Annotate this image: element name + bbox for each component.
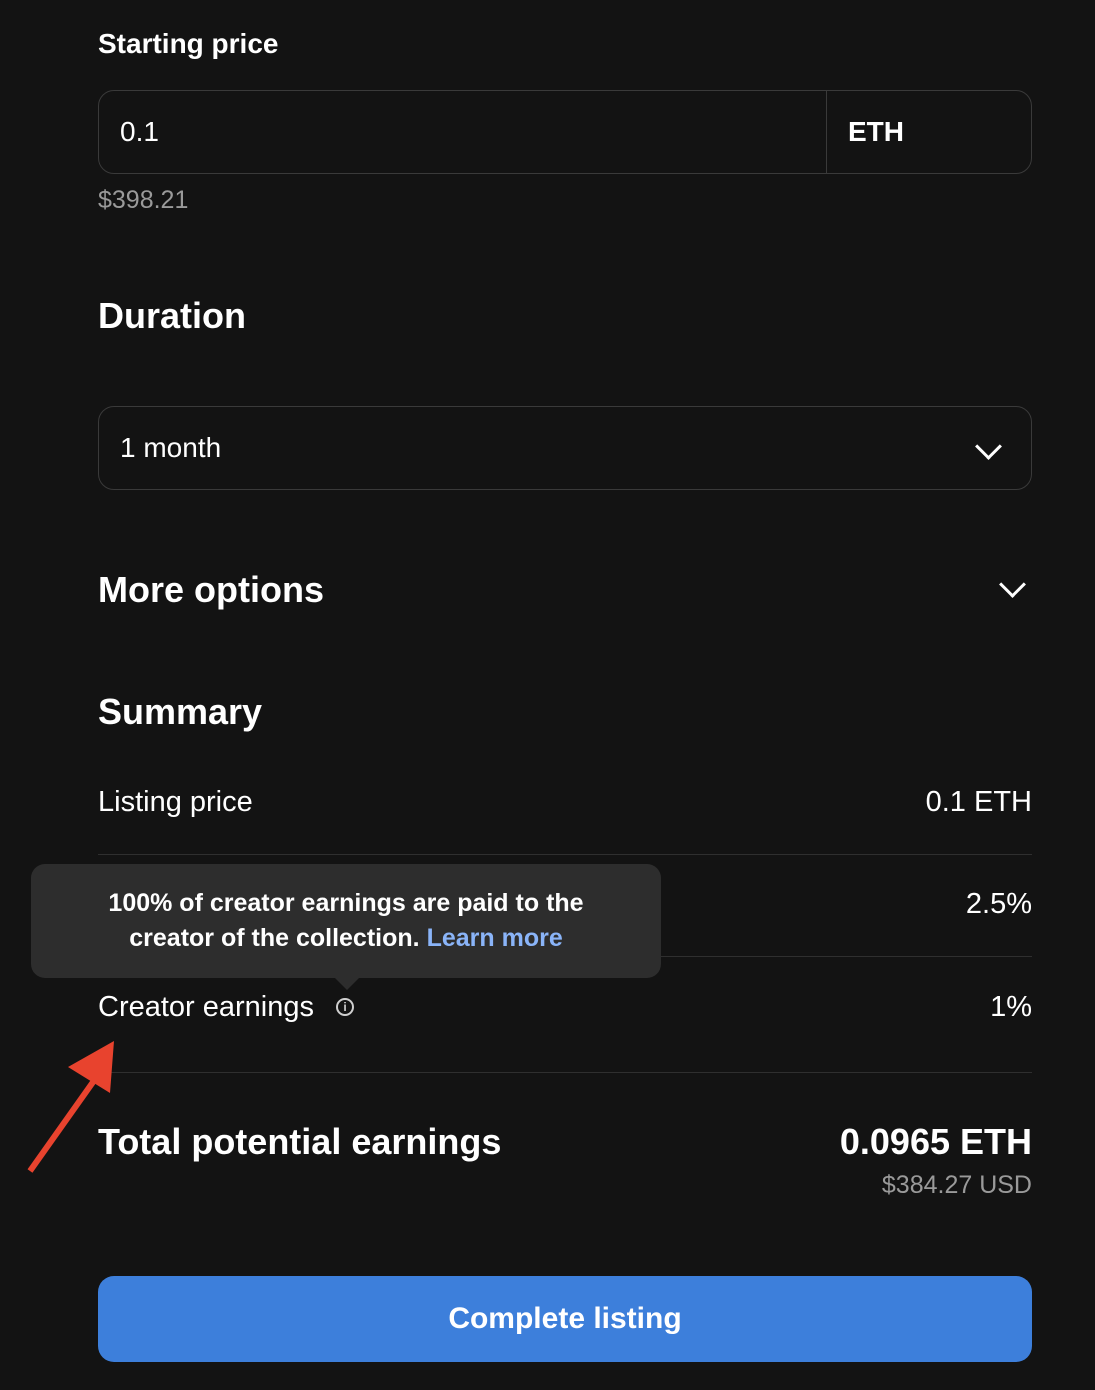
duration-selected-value: 1 month bbox=[120, 432, 222, 463]
chevron-down-icon bbox=[975, 433, 1002, 460]
info-icon[interactable]: i bbox=[336, 998, 354, 1016]
divider bbox=[98, 1072, 1032, 1073]
price-input-group: 0.1 ETH bbox=[98, 90, 1032, 174]
total-earnings-eth: 0.0965 ETH bbox=[839, 1121, 1032, 1162]
total-earnings-label: Total potential earnings bbox=[98, 1121, 502, 1162]
fee-value: 2.5% bbox=[965, 888, 1032, 920]
chevron-down-icon[interactable] bbox=[999, 571, 1026, 598]
tooltip-line-1: 100% of creator earnings are paid to the bbox=[108, 889, 584, 917]
summary-heading: Summary bbox=[98, 691, 263, 732]
creator-earnings-label: Creator earnings bbox=[98, 991, 314, 1023]
divider bbox=[98, 854, 1032, 855]
listing-price-label: Listing price bbox=[98, 786, 253, 818]
currency-selector[interactable]: ETH bbox=[848, 91, 904, 173]
duration-heading: Duration bbox=[98, 295, 246, 336]
duration-select[interactable]: 1 month bbox=[98, 406, 1032, 490]
total-earnings-usd: $384.27 USD bbox=[881, 1171, 1032, 1199]
tooltip-line-2: creator of the collection. Learn more bbox=[31, 921, 661, 956]
creator-earnings-tooltip: 100% of creator earnings are paid to the… bbox=[31, 864, 661, 990]
complete-listing-button[interactable]: Complete listing bbox=[98, 1276, 1032, 1362]
price-input[interactable]: 0.1 bbox=[120, 91, 159, 173]
annotation-arrow-icon bbox=[27, 1041, 114, 1173]
price-usd-value: $398.21 bbox=[98, 186, 189, 214]
listing-price-value: 0.1 ETH bbox=[925, 786, 1032, 818]
learn-more-link[interactable]: Learn more bbox=[427, 924, 563, 952]
starting-price-heading: Starting price bbox=[98, 28, 279, 59]
more-options-toggle[interactable]: More options bbox=[98, 569, 324, 611]
tooltip-text: creator of the collection. bbox=[129, 924, 420, 952]
creator-earnings-value: 1% bbox=[990, 991, 1032, 1023]
price-divider bbox=[826, 91, 827, 173]
